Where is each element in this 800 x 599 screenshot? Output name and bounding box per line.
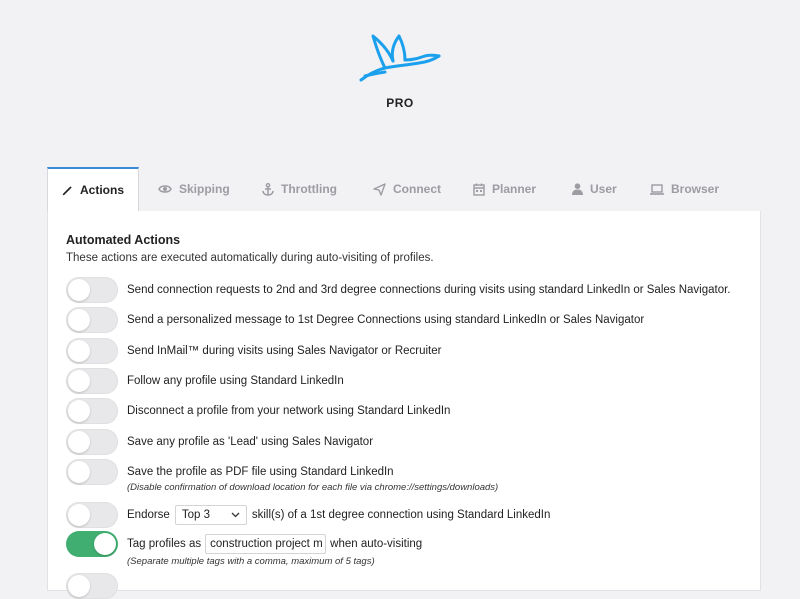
endorse-prefix: Endorse [127, 509, 170, 521]
tab-actions[interactable]: Actions [47, 167, 139, 211]
tag-input[interactable]: construction project m [205, 534, 327, 554]
tab-skipping[interactable]: Skipping [144, 167, 244, 211]
tab-throttling[interactable]: Throttling [248, 167, 351, 211]
tab-browser[interactable]: Browser [636, 167, 733, 211]
paper-plane-icon [373, 182, 386, 196]
action-label: Send connection requests to 2nd and 3rd … [127, 284, 731, 296]
tag-prefix: Tag profiles as [127, 538, 202, 550]
section-title: Automated Actions [66, 233, 181, 247]
save-pdf-toggle[interactable] [66, 459, 118, 485]
tab-label: Throttling [281, 182, 337, 196]
laptop-icon [650, 183, 664, 195]
chevron-down-icon [231, 512, 240, 518]
user-icon [572, 183, 583, 195]
action-label: Send InMail™ during visits using Sales N… [127, 345, 442, 357]
tab-user[interactable]: User [558, 167, 631, 211]
section-subtitle: These actions are executed automatically… [66, 252, 434, 264]
tab-planner[interactable]: Planner [459, 167, 550, 211]
pdf-note: (Disable confirmation of download locati… [127, 482, 499, 493]
tag-label: Tag profiles as construction project m w… [127, 534, 422, 554]
personalized-message-toggle[interactable] [66, 307, 118, 333]
tag-suffix: when auto-visiting [330, 538, 423, 550]
tag-note: (Separate multiple tags with a comma, ma… [127, 556, 375, 567]
tag-profiles-toggle[interactable] [66, 531, 118, 557]
tab-label: Planner [492, 182, 537, 196]
follow-toggle[interactable] [66, 368, 118, 394]
action-row: Send a personalized message to 1st Degre… [66, 307, 644, 333]
tab-label: Skipping [179, 182, 230, 196]
action-label: Save any profile as 'Lead' using Sales N… [127, 436, 374, 448]
tab-connect[interactable]: Connect [359, 167, 455, 211]
magic-wand-icon [62, 185, 73, 195]
select-value: Top 3 [181, 509, 210, 521]
endorse-skills-select[interactable]: Top 3 [174, 505, 247, 525]
anchor-icon [262, 182, 274, 196]
action-label: Follow any profile using Standard Linked… [127, 375, 344, 387]
inmail-toggle[interactable] [66, 338, 118, 364]
tab-bar: Actions Skipping Throttling Connect Plan… [47, 167, 761, 211]
action-row: Disconnect a profile from your network u… [66, 398, 450, 424]
bird-icon [359, 34, 441, 82]
tab-label: Actions [79, 183, 124, 197]
tag-row: Tag profiles as construction project m w… [66, 531, 422, 557]
endorse-toggle[interactable] [66, 502, 118, 528]
logo-area: PRO [0, 30, 800, 110]
connection-request-toggle[interactable] [66, 277, 118, 303]
tab-label: User [590, 182, 617, 196]
endorse-suffix: skill(s) of a 1st degree connection usin… [251, 509, 551, 521]
pro-badge: PRO [386, 96, 414, 110]
action-label: Send a personalized message to 1st Degre… [127, 314, 645, 326]
action-label: Disconnect a profile from your network u… [127, 405, 451, 417]
endorse-label: Endorse Top 3 skill(s) of a 1st degree c… [127, 505, 550, 525]
action-label: Save the profile as PDF file using Stand… [127, 466, 394, 478]
next-action-toggle[interactable] [66, 573, 118, 599]
action-row [66, 573, 118, 599]
endorse-row: Endorse Top 3 skill(s) of a 1st degree c… [66, 502, 550, 528]
tab-label: Connect [393, 182, 441, 196]
disconnect-toggle[interactable] [66, 398, 118, 424]
action-row: Send connection requests to 2nd and 3rd … [66, 277, 731, 303]
tab-label: Browser [671, 182, 720, 196]
action-row: Save any profile as 'Lead' using Sales N… [66, 429, 373, 455]
action-row: Send InMail™ during visits using Sales N… [66, 338, 441, 364]
actions-panel: Automated Actions These actions are exec… [47, 211, 761, 599]
calendar-icon [473, 183, 485, 196]
action-row: Follow any profile using Standard Linked… [66, 368, 344, 394]
save-lead-toggle[interactable] [66, 429, 118, 455]
eye-icon [158, 185, 172, 193]
